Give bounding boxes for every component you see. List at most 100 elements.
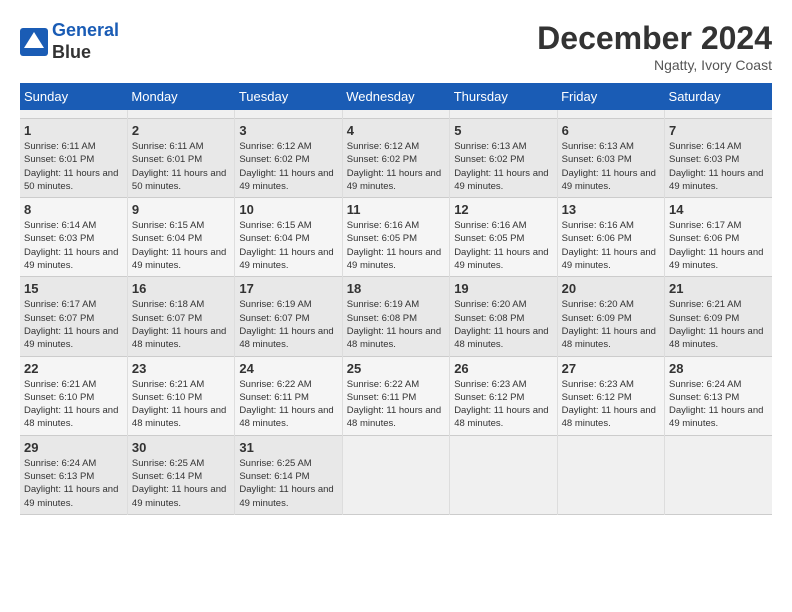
day-number: 11 xyxy=(347,202,445,217)
cell-info: Sunrise: 6:20 AMSunset: 6:08 PMDaylight:… xyxy=(454,298,552,351)
calendar-cell xyxy=(235,110,342,119)
cell-info: Sunrise: 6:22 AMSunset: 6:11 PMDaylight:… xyxy=(347,378,445,431)
week-row-2: 8Sunrise: 6:14 AMSunset: 6:03 PMDaylight… xyxy=(20,198,772,277)
cell-info: Sunrise: 6:22 AMSunset: 6:11 PMDaylight:… xyxy=(239,378,337,431)
day-number: 30 xyxy=(132,440,230,455)
logo: General Blue xyxy=(20,20,119,63)
calendar-cell xyxy=(665,435,772,514)
day-number: 20 xyxy=(562,281,660,296)
day-number: 17 xyxy=(239,281,337,296)
day-number: 31 xyxy=(239,440,337,455)
calendar-cell xyxy=(127,110,234,119)
calendar-cell: 18Sunrise: 6:19 AMSunset: 6:08 PMDayligh… xyxy=(342,277,449,356)
cell-info: Sunrise: 6:21 AMSunset: 6:10 PMDaylight:… xyxy=(132,378,230,431)
cell-info: Sunrise: 6:11 AMSunset: 6:01 PMDaylight:… xyxy=(24,140,123,193)
day-number: 10 xyxy=(239,202,337,217)
day-number: 6 xyxy=(562,123,660,138)
calendar-cell: 7Sunrise: 6:14 AMSunset: 6:03 PMDaylight… xyxy=(665,119,772,198)
calendar-cell xyxy=(665,110,772,119)
calendar-cell: 10 Sunrise: 6:15 AMSunset: 6:04 PMDayligh… xyxy=(235,198,342,277)
cell-info: Sunrise: 6:14 AMSunset: 6:03 PMDaylight:… xyxy=(669,140,768,193)
cell-info: Sunrise: 6:23 AMSunset: 6:12 PMDaylight:… xyxy=(562,378,660,431)
day-number: 27 xyxy=(562,361,660,376)
day-header-sunday: Sunday xyxy=(20,83,127,110)
calendar-cell: 20 Sunrise: 6:20 AMSunset: 6:09 PMDayligh… xyxy=(557,277,664,356)
day-header-saturday: Saturday xyxy=(665,83,772,110)
calendar-cell: 6Sunrise: 6:13 AMSunset: 6:03 PMDaylight… xyxy=(557,119,664,198)
day-number: 21 xyxy=(669,281,768,296)
cell-info: Sunrise: 6:12 AMSunset: 6:02 PMDaylight:… xyxy=(239,140,337,193)
cell-info: Sunrise: 6:18 AMSunset: 6:07 PMDaylight:… xyxy=(132,298,230,351)
day-number: 25 xyxy=(347,361,445,376)
week-row-5: 29Sunrise: 6:24 AMSunset: 6:13 PMDayligh… xyxy=(20,435,772,514)
cell-info: Sunrise: 6:17 AMSunset: 6:06 PMDaylight:… xyxy=(669,219,768,272)
calendar-cell: 29Sunrise: 6:24 AMSunset: 6:13 PMDayligh… xyxy=(20,435,127,514)
cell-info: Sunrise: 6:23 AMSunset: 6:12 PMDaylight:… xyxy=(454,378,552,431)
calendar-cell: 1 Sunrise: 6:11 AMSunset: 6:01 PMDaylight… xyxy=(20,119,127,198)
cell-info: Sunrise: 6:24 AMSunset: 6:13 PMDaylight:… xyxy=(669,378,768,431)
page-header: General Blue December 2024 Ngatty, Ivory… xyxy=(20,20,772,73)
calendar-cell: 26 Sunrise: 6:23 AMSunset: 6:12 PMDayligh… xyxy=(450,356,557,435)
day-number: 24 xyxy=(239,361,337,376)
day-number: 28 xyxy=(669,361,768,376)
day-number: 26 xyxy=(454,361,552,376)
day-number: 13 xyxy=(562,202,660,217)
calendar-table: SundayMondayTuesdayWednesdayThursdayFrid… xyxy=(20,83,772,515)
week-row-3: 15 Sunrise: 6:17 AMSunset: 6:07 PMDayligh… xyxy=(20,277,772,356)
calendar-cell: 28 Sunrise: 6:24 AMSunset: 6:13 PMDayligh… xyxy=(665,356,772,435)
calendar-cell xyxy=(450,110,557,119)
calendar-cell: 14 Sunrise: 6:17 AMSunset: 6:06 PMDayligh… xyxy=(665,198,772,277)
location: Ngatty, Ivory Coast xyxy=(537,57,772,73)
calendar-cell: 31 Sunrise: 6:25 AMSunset: 6:14 PMDayligh… xyxy=(235,435,342,514)
day-header-friday: Friday xyxy=(557,83,664,110)
calendar-cell: 2Sunrise: 6:11 AMSunset: 6:01 PMDaylight… xyxy=(127,119,234,198)
logo-line1: General xyxy=(52,20,119,40)
cell-info: Sunrise: 6:16 AMSunset: 6:05 PMDaylight:… xyxy=(454,219,552,272)
cell-info: Sunrise: 6:17 AMSunset: 6:07 PMDaylight:… xyxy=(24,298,123,351)
calendar-cell xyxy=(342,435,449,514)
calendar-cell: 25 Sunrise: 6:22 AMSunset: 6:11 PMDayligh… xyxy=(342,356,449,435)
day-number: 5 xyxy=(454,123,552,138)
day-number: 1 xyxy=(24,123,123,138)
day-header-monday: Monday xyxy=(127,83,234,110)
calendar-cell: 12Sunrise: 6:16 AMSunset: 6:05 PMDayligh… xyxy=(450,198,557,277)
calendar-cell: 4 Sunrise: 6:12 AMSunset: 6:02 PMDaylight… xyxy=(342,119,449,198)
cell-info: Sunrise: 6:12 AMSunset: 6:02 PMDaylight:… xyxy=(347,140,445,193)
calendar-cell: 17Sunrise: 6:19 AMSunset: 6:07 PMDayligh… xyxy=(235,277,342,356)
day-number: 3 xyxy=(239,123,337,138)
logo-line2: Blue xyxy=(52,42,119,64)
calendar-cell xyxy=(342,110,449,119)
calendar-cell: 9Sunrise: 6:15 AMSunset: 6:04 PMDaylight… xyxy=(127,198,234,277)
calendar-cell: 16Sunrise: 6:18 AMSunset: 6:07 PMDayligh… xyxy=(127,277,234,356)
cell-info: Sunrise: 6:25 AMSunset: 6:14 PMDaylight:… xyxy=(132,457,230,510)
cell-info: Sunrise: 6:20 AMSunset: 6:09 PMDaylight:… xyxy=(562,298,660,351)
day-number: 9 xyxy=(132,202,230,217)
calendar-cell: 23 Sunrise: 6:21 AMSunset: 6:10 PMDayligh… xyxy=(127,356,234,435)
day-header-tuesday: Tuesday xyxy=(235,83,342,110)
cell-info: Sunrise: 6:15 AMSunset: 6:04 PMDaylight:… xyxy=(239,219,337,272)
calendar-cell xyxy=(557,110,664,119)
calendar-cell: 11 Sunrise: 6:16 AMSunset: 6:05 PMDayligh… xyxy=(342,198,449,277)
calendar-cell: 27 Sunrise: 6:23 AMSunset: 6:12 PMDayligh… xyxy=(557,356,664,435)
calendar-header-row: SundayMondayTuesdayWednesdayThursdayFrid… xyxy=(20,83,772,110)
day-number: 15 xyxy=(24,281,123,296)
calendar-cell: 24 Sunrise: 6:22 AMSunset: 6:11 PMDayligh… xyxy=(235,356,342,435)
cell-info: Sunrise: 6:21 AMSunset: 6:09 PMDaylight:… xyxy=(669,298,768,351)
calendar-cell: 5Sunrise: 6:13 AMSunset: 6:02 PMDaylight… xyxy=(450,119,557,198)
cell-info: Sunrise: 6:14 AMSunset: 6:03 PMDaylight:… xyxy=(24,219,123,272)
cell-info: Sunrise: 6:16 AMSunset: 6:05 PMDaylight:… xyxy=(347,219,445,272)
week-row-4: 22 Sunrise: 6:21 AMSunset: 6:10 PMDayligh… xyxy=(20,356,772,435)
day-header-wednesday: Wednesday xyxy=(342,83,449,110)
calendar-cell: 21 Sunrise: 6:21 AMSunset: 6:09 PMDayligh… xyxy=(665,277,772,356)
day-number: 23 xyxy=(132,361,230,376)
day-number: 4 xyxy=(347,123,445,138)
title-block: December 2024 Ngatty, Ivory Coast xyxy=(537,20,772,73)
cell-info: Sunrise: 6:25 AMSunset: 6:14 PMDaylight:… xyxy=(239,457,337,510)
calendar-cell: 30 Sunrise: 6:25 AMSunset: 6:14 PMDayligh… xyxy=(127,435,234,514)
cell-info: Sunrise: 6:21 AMSunset: 6:10 PMDaylight:… xyxy=(24,378,123,431)
calendar-cell: 19Sunrise: 6:20 AMSunset: 6:08 PMDayligh… xyxy=(450,277,557,356)
cell-info: Sunrise: 6:24 AMSunset: 6:13 PMDaylight:… xyxy=(24,457,123,510)
cell-info: Sunrise: 6:16 AMSunset: 6:06 PMDaylight:… xyxy=(562,219,660,272)
day-number: 22 xyxy=(24,361,123,376)
day-number: 14 xyxy=(669,202,768,217)
